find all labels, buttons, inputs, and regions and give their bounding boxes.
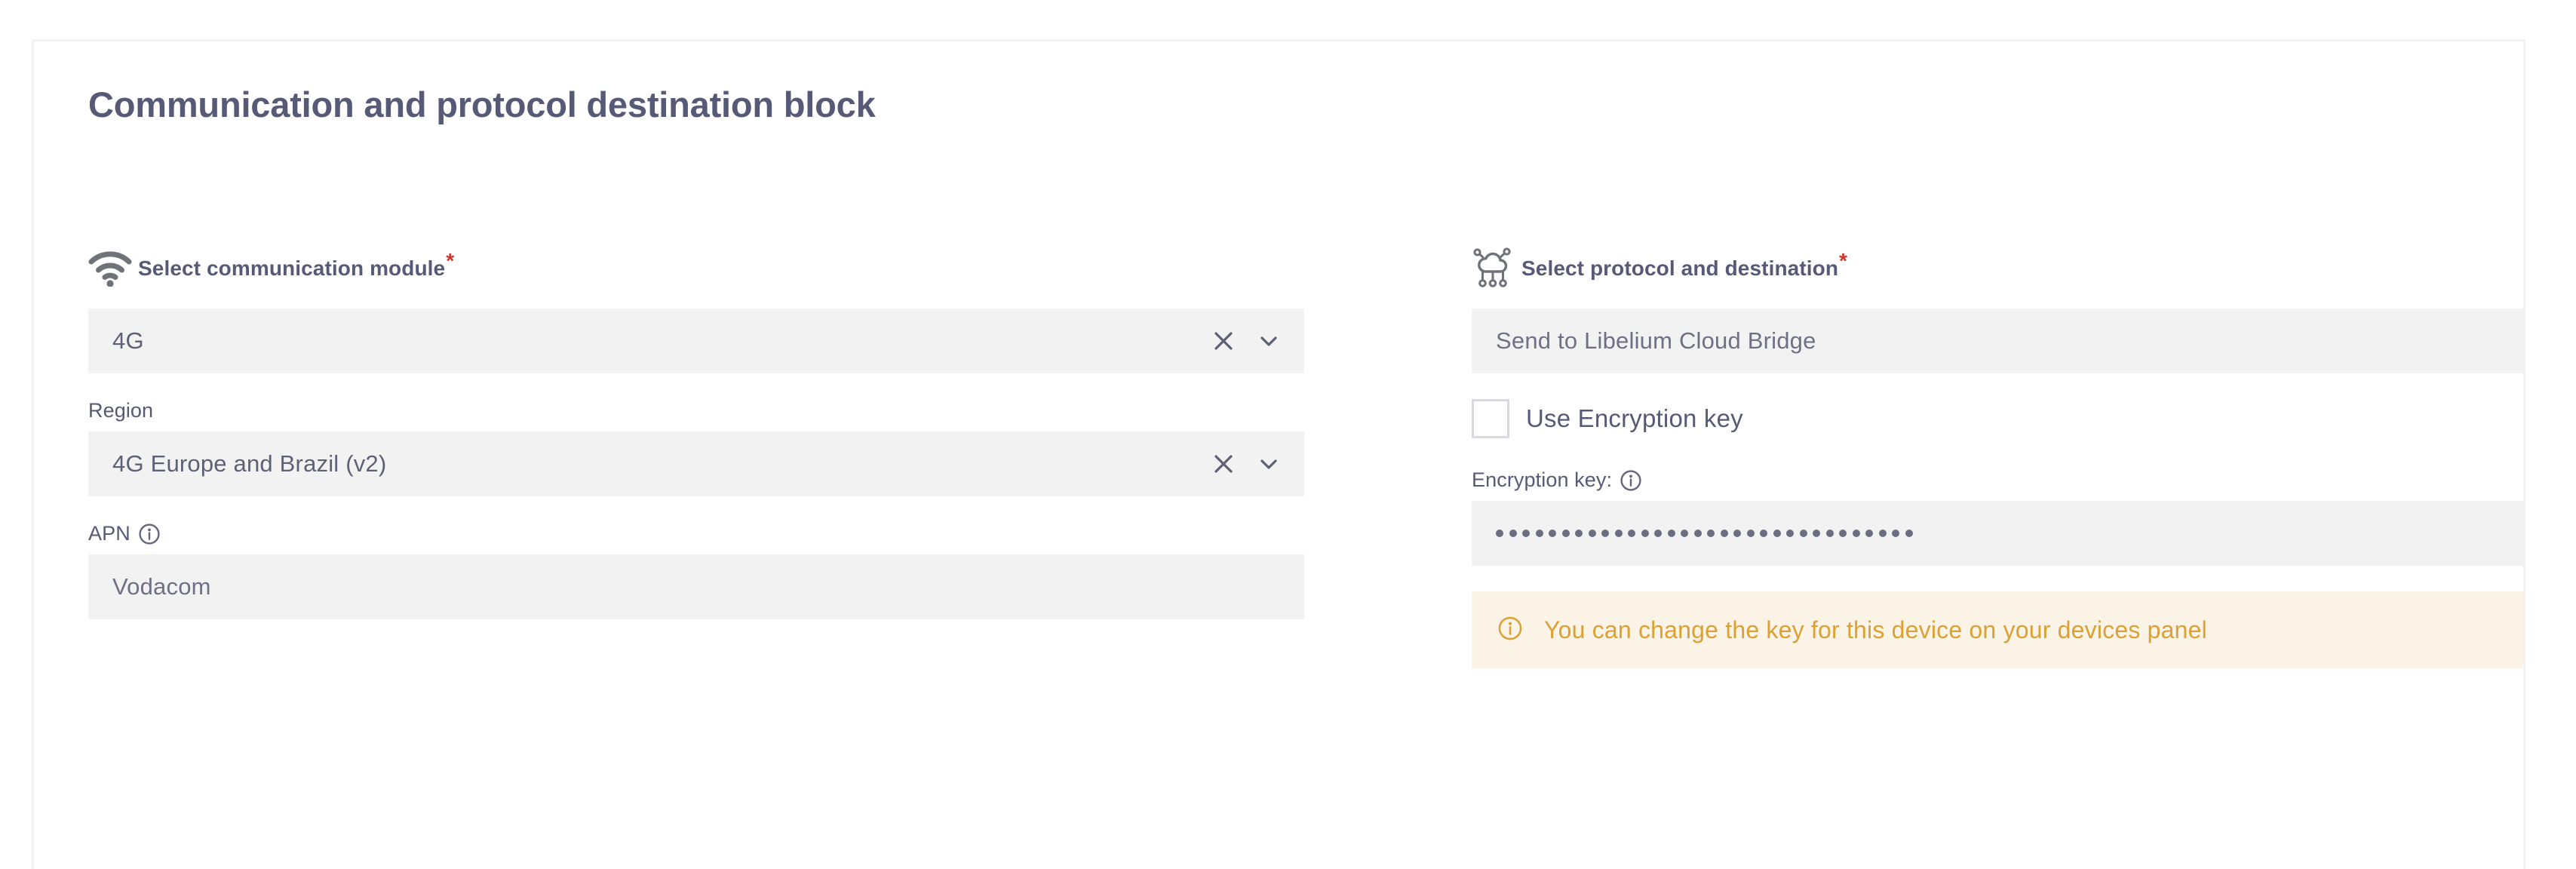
close-icon[interactable] [1211, 328, 1236, 354]
protocol-destination-label: Select protocol and destination* [1521, 250, 1847, 281]
region-value: 4G Europe and Brazil (v2) [112, 450, 387, 477]
communication-module-column: Select communication module* 4G Region 4… [88, 245, 1304, 645]
info-icon[interactable] [138, 523, 161, 545]
protocol-destination-value: Send to Libelium Cloud Bridge [1496, 327, 1816, 354]
protocol-destination-heading: Select protocol and destination* [1472, 245, 2523, 292]
region-actions [1211, 431, 1282, 496]
communication-module-label: Select communication module* [138, 250, 454, 281]
info-icon [1497, 616, 1523, 645]
protocol-destination-column: Select protocol and destination* Send to… [1472, 245, 2523, 668]
protocol-destination-label-text: Select protocol and destination [1521, 256, 1839, 280]
close-icon[interactable] [1211, 451, 1236, 477]
communication-module-select[interactable]: 4G [88, 309, 1304, 373]
wifi-icon [88, 245, 138, 292]
use-encryption-key-checkbox[interactable] [1472, 399, 1509, 438]
region-label: Region [88, 399, 1304, 422]
apn-label: APN [88, 522, 1304, 545]
communication-module-label-text: Select communication module [138, 256, 446, 280]
required-asterisk: * [446, 248, 455, 272]
region-label-text: Region [88, 399, 154, 422]
encryption-key-notice-text: You can change the key for this device o… [1544, 616, 2207, 643]
encryption-key-label-text: Encryption key: [1472, 468, 1613, 491]
page-title: Communication and protocol destination b… [88, 84, 876, 124]
encryption-key-notice: You can change the key for this device o… [1472, 591, 2523, 668]
use-encryption-key-row[interactable]: Use Encryption key [1472, 399, 2523, 438]
apn-input[interactable]: Vodacom [88, 554, 1304, 619]
use-encryption-key-label: Use Encryption key [1526, 404, 1743, 432]
info-icon[interactable] [1620, 469, 1642, 492]
apn-value: Vodacom [112, 573, 211, 600]
required-asterisk: * [1839, 248, 1848, 272]
protocol-destination-select[interactable]: Send to Libelium Cloud Bridge [1472, 309, 2523, 373]
communication-protocol-card: Communication and protocol destination b… [32, 39, 2525, 869]
encryption-key-label: Encryption key: [1472, 468, 2523, 492]
region-select[interactable]: 4G Europe and Brazil (v2) [88, 431, 1304, 496]
communication-module-value: 4G [112, 327, 144, 354]
encryption-key-input[interactable] [1472, 501, 2523, 566]
apn-label-text: APN [88, 522, 130, 545]
communication-module-actions [1211, 309, 1282, 373]
encryption-key-masked-value [1496, 530, 1913, 537]
chevron-down-icon[interactable] [1256, 451, 1282, 477]
cloud-network-icon [1472, 245, 1521, 292]
communication-module-heading: Select communication module* [88, 245, 1304, 292]
chevron-down-icon[interactable] [1256, 328, 1282, 354]
